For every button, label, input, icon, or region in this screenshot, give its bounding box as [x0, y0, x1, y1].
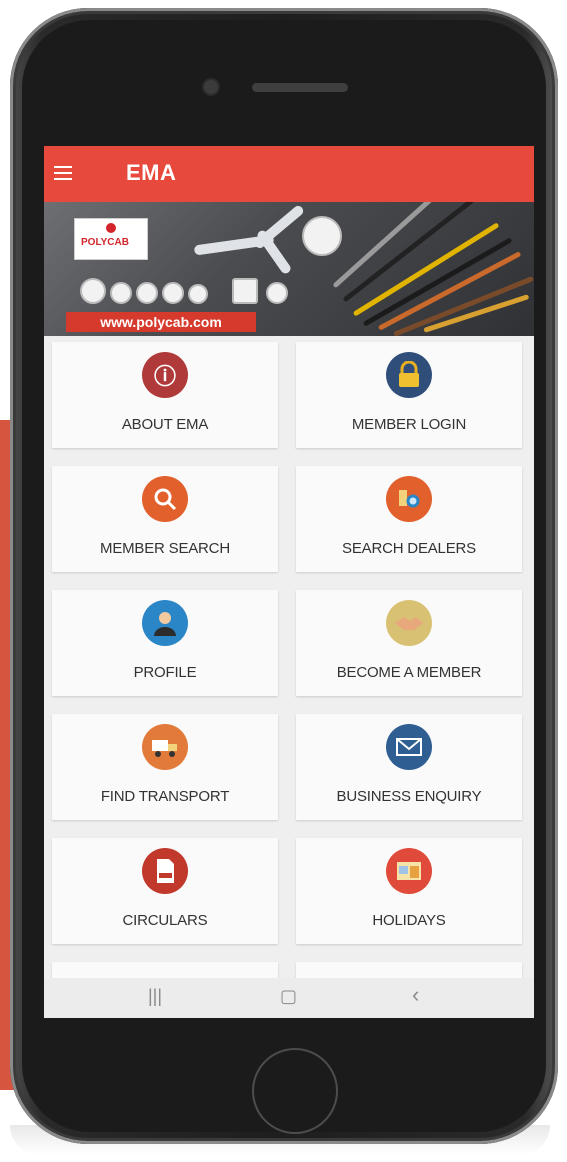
- home-icon[interactable]: ▢: [280, 986, 297, 1007]
- android-nav-bar: ||| ▢ ‹: [44, 978, 534, 1018]
- fan-blade: [252, 203, 306, 251]
- logo-dot: [106, 223, 116, 233]
- banner-url[interactable]: www.polycab.com: [66, 312, 256, 332]
- recent-apps-icon[interactable]: |||: [148, 986, 162, 1007]
- light-fixture: [188, 284, 208, 304]
- dealer-search-icon: [386, 476, 432, 522]
- polycab-logo: POLYCAB: [74, 218, 148, 260]
- promo-banner[interactable]: POLYCAB www.polycab.com: [44, 202, 534, 336]
- cable: [332, 202, 455, 289]
- tile-member-search[interactable]: MEMBER SEARCH: [52, 466, 278, 572]
- app-bar: EMA: [44, 146, 534, 202]
- tile-label: ABOUT EMA: [121, 416, 209, 433]
- document-icon: [142, 848, 188, 894]
- light-fixture: [80, 278, 106, 304]
- tile-member-login[interactable]: MEMBER LOGIN: [296, 342, 522, 448]
- tile-circulars[interactable]: CIRCULARS: [52, 838, 278, 944]
- back-icon[interactable]: ‹: [412, 982, 419, 1008]
- envelope-icon: [386, 724, 432, 770]
- info-icon: ⓘ: [142, 352, 188, 398]
- logo-text: POLYCAB: [81, 237, 129, 248]
- tile-about-ema[interactable]: ⓘ ABOUT EMA: [52, 342, 278, 448]
- handshake-icon: [386, 600, 432, 646]
- light-fixture: [162, 282, 184, 304]
- calendar-icon: [386, 848, 432, 894]
- tile-search-dealers[interactable]: SEARCH DEALERS: [296, 466, 522, 572]
- home-button[interactable]: [252, 1048, 338, 1134]
- tile-label: MEMBER LOGIN: [351, 416, 467, 433]
- tile-label: BECOME A MEMBER: [336, 664, 482, 681]
- tile-label: CIRCULARS: [122, 912, 208, 929]
- tile-label: HOLIDAYS: [372, 912, 446, 929]
- earpiece-speaker: [252, 83, 348, 92]
- tile-label: SEARCH DEALERS: [342, 540, 476, 557]
- phone-screen: EMA POLYCAB www.polycab.com ⓘ ABOUT EMA …: [44, 146, 534, 1018]
- tile-find-transport[interactable]: FIND TRANSPORT: [52, 714, 278, 820]
- front-camera: [204, 80, 218, 94]
- tile-label: MEMBER SEARCH: [100, 540, 230, 557]
- tile-profile[interactable]: PROFILE: [52, 590, 278, 696]
- lock-icon: [386, 352, 432, 398]
- tile-business-enquiry[interactable]: BUSINESS ENQUIRY: [296, 714, 522, 820]
- light-fixture: [136, 282, 158, 304]
- hamburger-menu-icon[interactable]: [54, 166, 72, 180]
- person-icon: [142, 600, 188, 646]
- tile-label: PROFILE: [133, 664, 197, 681]
- tile-become-member[interactable]: BECOME A MEMBER: [296, 590, 522, 696]
- magnify-user-icon: [142, 476, 188, 522]
- truck-icon: [142, 724, 188, 770]
- switch-plate: [232, 278, 258, 304]
- tile-label: BUSINESS ENQUIRY: [336, 788, 482, 805]
- tile-holidays[interactable]: HOLIDAYS: [296, 838, 522, 944]
- app-title: EMA: [126, 160, 177, 185]
- light-fixture: [110, 282, 132, 304]
- light-fixture: [266, 282, 288, 304]
- pedestal-fan: [302, 216, 342, 256]
- tile-label: FIND TRANSPORT: [100, 788, 230, 805]
